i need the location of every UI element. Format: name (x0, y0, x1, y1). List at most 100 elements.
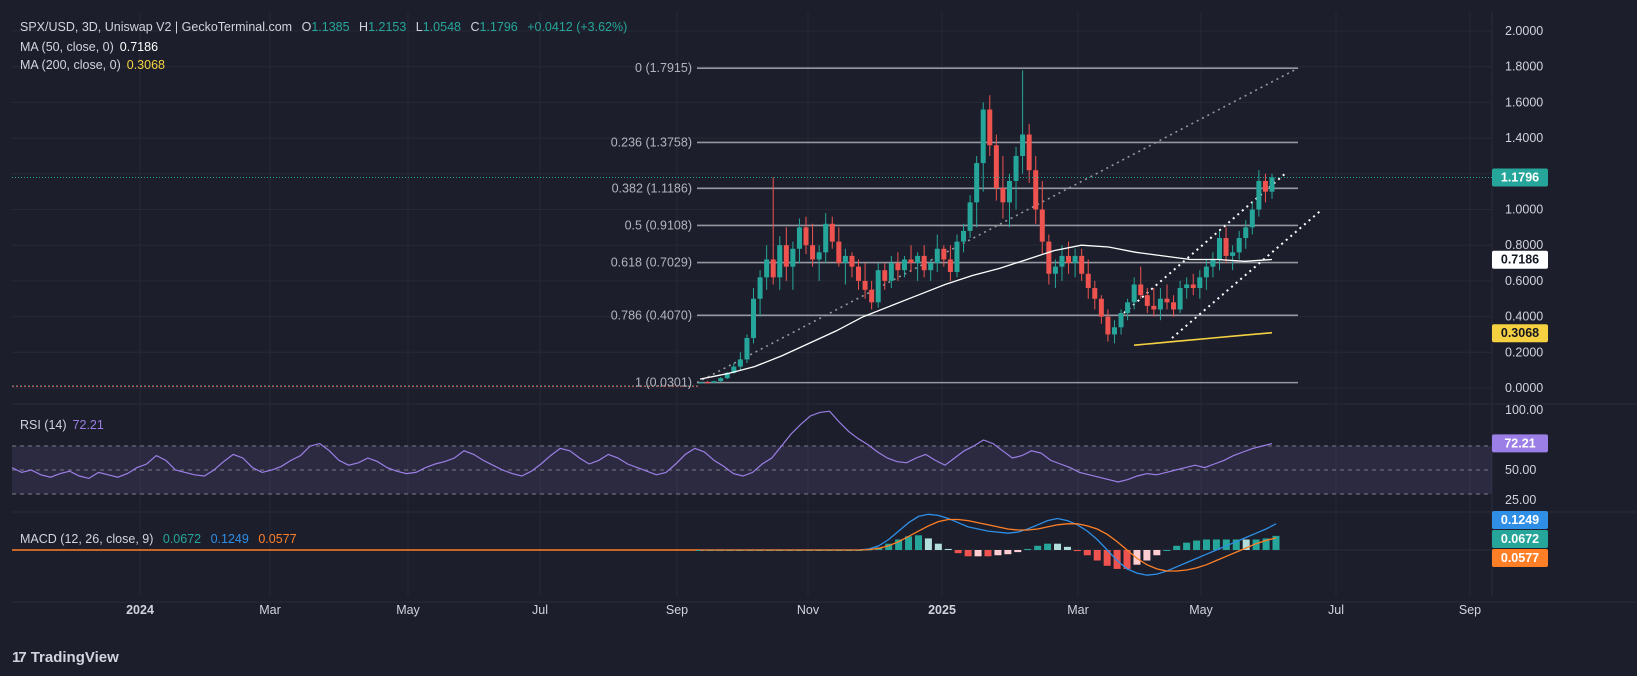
macd-histogram-bar (1163, 550, 1171, 551)
background-grid (12, 12, 1637, 603)
candle-body (823, 223, 829, 253)
candle-body (1118, 313, 1124, 328)
last-price-tag: 1.1796 (1501, 170, 1539, 184)
trading-chart[interactable]: 0 (1.7915) 0.236 (1.3758) 0.382 (1.1186) 0.… (0, 0, 1637, 676)
symbol-legend: SPX/USD, 3D, Uniswap V2 | GeckoTerminal.… (20, 20, 627, 34)
candle-body (1230, 252, 1236, 256)
candle-body (796, 227, 802, 249)
price-tick-label: 0.0000 (1505, 381, 1543, 395)
macd-histogram-bar (1034, 545, 1042, 550)
macd-histogram-bar (1024, 548, 1032, 550)
rsi-tag: 72.21 (1504, 436, 1535, 450)
ma200-legend[interactable]: MA (200, close, 0) 0.3068 (20, 58, 165, 72)
candle-body (928, 263, 934, 271)
fib-level-label: 0.618 (0.7029) (611, 256, 692, 270)
price-tick-label: 0.8000 (1505, 238, 1543, 252)
candle-body (1020, 134, 1026, 156)
macd-histogram-bar (1202, 539, 1210, 550)
candle-body (1262, 180, 1268, 192)
candle-body (764, 259, 770, 278)
candle-body (1072, 255, 1078, 264)
time-tick-label: Sep (666, 603, 688, 617)
time-tick-label: Mar (259, 603, 281, 617)
symbol-title[interactable]: SPX/USD, 3D, Uniswap V2 | GeckoTerminal.… (20, 20, 292, 34)
candle-body (1059, 255, 1065, 267)
low-label: L (415, 20, 423, 34)
macd-histogram-bar (1113, 550, 1121, 569)
rsi-legend[interactable]: RSI (14) 72.21 (20, 418, 104, 432)
time-tick-label: Sep (1459, 603, 1481, 617)
ma200-line (1133, 331, 1273, 346)
macd-label: MACD (12, 26, close, 9) (20, 532, 154, 546)
candle-body (1151, 305, 1157, 310)
macd-histogram-bar (1004, 550, 1012, 555)
rsi-tick-label: 25.00 (1505, 493, 1536, 507)
high-value: 1.2153 (368, 20, 407, 34)
candle-body (1111, 327, 1117, 335)
macd-signal-value: 0.0577 (258, 532, 297, 546)
close-value: 1.1796 (479, 20, 518, 34)
candle-body (790, 248, 796, 267)
candle-body (862, 280, 868, 290)
candle-body (1105, 316, 1111, 335)
time-axis[interactable]: 2024 Mar May Jul Sep Nov 2025 Mar May Jul Sep (126, 603, 1481, 617)
price-axis[interactable]: 0.00000.20000.40000.60000.80001.00001.20… (1492, 24, 1548, 567)
macd-histogram-bar (934, 543, 942, 550)
time-tick-label: 2025 (928, 603, 956, 617)
price-tick-label: 0.6000 (1505, 274, 1543, 288)
candle-body (1164, 298, 1170, 303)
candle-body (1138, 284, 1144, 296)
candle-body (1256, 180, 1262, 210)
candle-body (737, 359, 743, 367)
time-tick-label: May (396, 603, 420, 617)
candle-body (1203, 266, 1209, 278)
time-tick-label: Nov (797, 603, 820, 617)
macd-histogram-bar (1063, 546, 1071, 550)
candle-body (1085, 273, 1091, 289)
candle-body (1125, 302, 1131, 314)
time-tick-label: Mar (1067, 603, 1089, 617)
tradingview-logo-icon: 17 (12, 649, 27, 666)
candle-body (1171, 302, 1177, 310)
candle-body (1243, 227, 1249, 239)
candle-body (1144, 295, 1150, 306)
rsi-label: RSI (14) (20, 418, 67, 432)
candle-body (744, 338, 750, 360)
candle-body (705, 382, 711, 384)
macd-histogram-bar (944, 548, 952, 550)
open-label: O (301, 20, 312, 34)
candle-body (836, 241, 842, 264)
candle-body (1131, 284, 1137, 303)
rsi-tick-label: 50.00 (1505, 463, 1536, 477)
price-pane[interactable]: 0 (1.7915) 0.236 (1.3758) 0.382 (1.1186) 0.… (12, 61, 1492, 390)
candle-body (1216, 238, 1222, 260)
brand-name: TradingView (30, 649, 119, 666)
macd-legend[interactable]: MACD (12, 26, close, 9) 0.0672 0.1249 0.… (20, 532, 297, 546)
fib-level-label: 1 (0.0301) (635, 376, 692, 390)
rsi-tick-label: 100.00 (1505, 403, 1543, 417)
ma50-tag: 0.7186 (1501, 253, 1539, 267)
candle-body (1157, 298, 1163, 310)
candle-body (1190, 284, 1196, 289)
candle-body (816, 252, 822, 260)
macd-histogram-bar (1193, 540, 1201, 550)
macd-histogram-bar (964, 550, 972, 557)
tradingview-brand[interactable]: 17 TradingView (12, 649, 119, 666)
candle-body (921, 255, 927, 271)
candle-body (803, 227, 809, 246)
high-label: H (359, 20, 369, 34)
change-value: +0.0412 (+3.62%) (527, 20, 628, 34)
candle-body (1039, 209, 1045, 242)
candle-body (1026, 134, 1032, 171)
candle-body (967, 202, 973, 231)
ma50-legend[interactable]: MA (50, close, 0) 0.7186 (20, 40, 158, 54)
candle-body (987, 109, 993, 146)
candle-body (1052, 266, 1058, 274)
macd-histogram-bar (1083, 550, 1091, 556)
candle-body (1092, 288, 1098, 299)
price-tick-label: 1.4000 (1505, 131, 1543, 145)
rsi-pane[interactable] (11, 410, 1492, 495)
candle-body (869, 289, 875, 303)
candle-body (993, 145, 999, 189)
candle-body (875, 270, 881, 303)
